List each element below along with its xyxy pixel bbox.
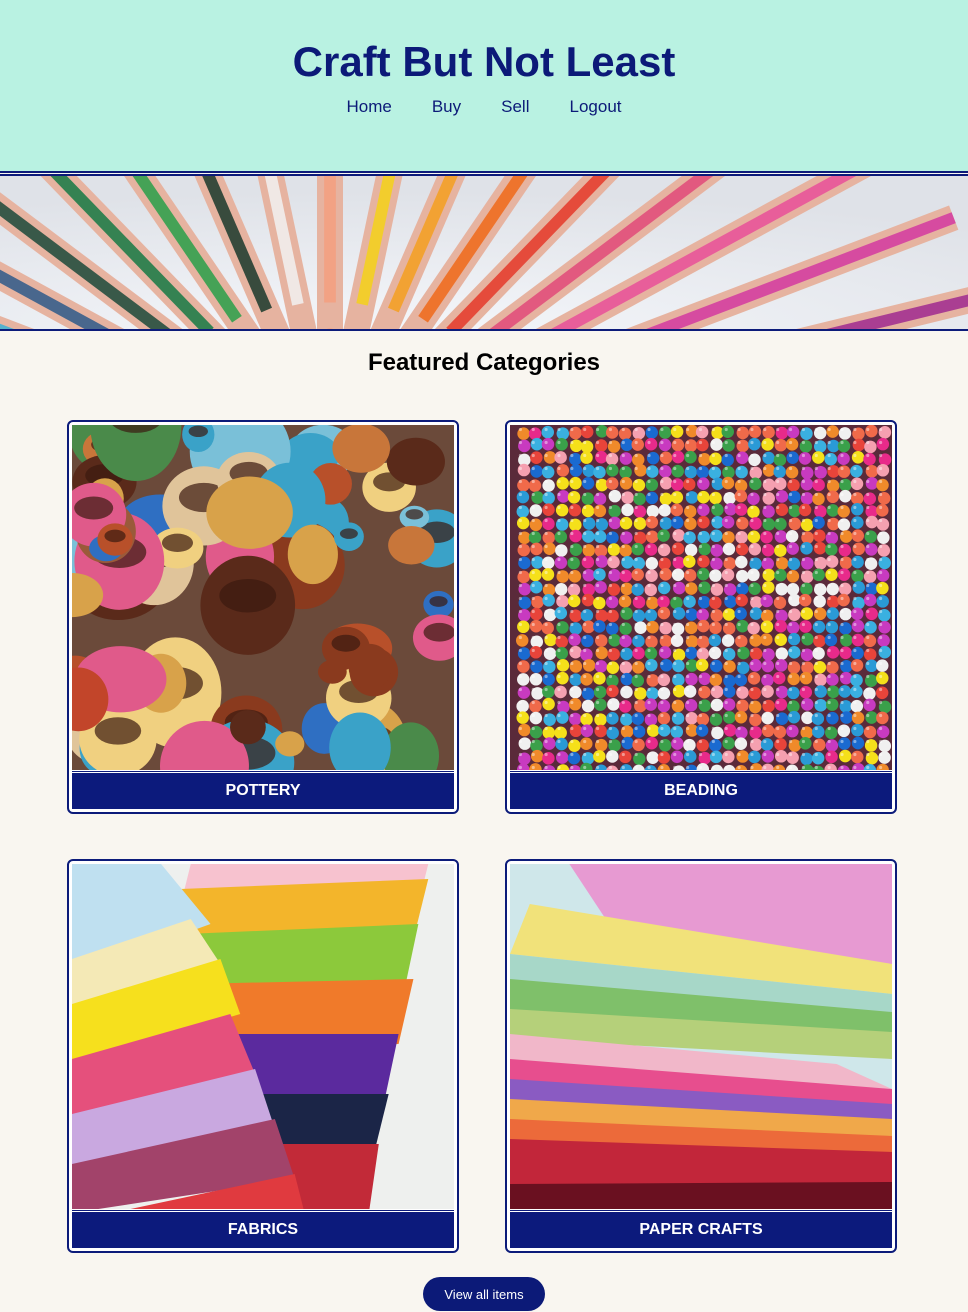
nav-buy-link[interactable]: Buy bbox=[432, 97, 461, 117]
category-card-beading[interactable]: BEADING bbox=[505, 420, 897, 814]
view-all-items-button[interactable]: View all items bbox=[423, 1277, 545, 1311]
beading-image bbox=[510, 425, 892, 774]
featured-categories-title: Featured Categories bbox=[367, 349, 601, 376]
nav-sell-link[interactable]: Sell bbox=[501, 97, 529, 117]
site-title: Craft But Not Least bbox=[292, 38, 676, 85]
banner-image bbox=[0, 174, 968, 331]
main-nav: Home Buy Sell Logout bbox=[0, 97, 968, 117]
category-label-paper-crafts: PAPER CRAFTS bbox=[510, 1209, 892, 1248]
nav-home-link[interactable]: Home bbox=[346, 97, 391, 117]
category-label-fabrics: FABRICS bbox=[72, 1209, 454, 1248]
nav-logout-link[interactable]: Logout bbox=[570, 97, 622, 117]
site-header: Craft But Not Least Home Buy Sell Logout bbox=[0, 0, 968, 173]
category-label-pottery: POTTERY bbox=[72, 770, 454, 809]
category-label-beading: BEADING bbox=[510, 770, 892, 809]
colored-pencils-banner bbox=[0, 176, 968, 329]
pottery-image bbox=[72, 425, 454, 774]
fabrics-image bbox=[72, 864, 454, 1213]
category-card-paper-crafts[interactable]: PAPER CRAFTS bbox=[505, 859, 897, 1253]
category-card-pottery[interactable]: POTTERY bbox=[67, 420, 459, 814]
paper-crafts-image bbox=[510, 864, 892, 1213]
category-card-fabrics[interactable]: FABRICS bbox=[67, 859, 459, 1253]
